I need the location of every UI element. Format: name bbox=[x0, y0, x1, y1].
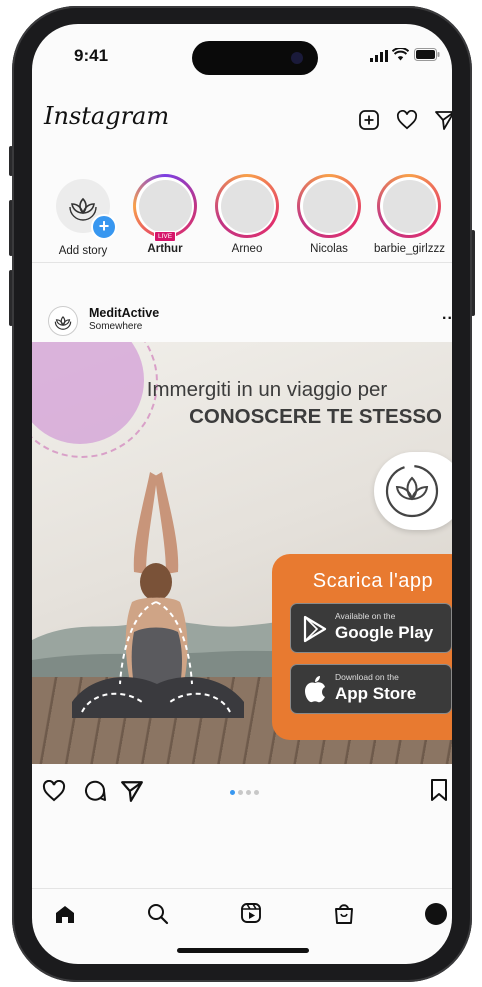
more-options-icon[interactable]: ... bbox=[442, 306, 452, 324]
story-name: Arthur bbox=[147, 243, 183, 255]
ad-headline-line-2: CONOSCERE TE STESSO bbox=[189, 405, 442, 428]
meditactive-logo-icon bbox=[385, 464, 439, 518]
story-arthur[interactable]: LIVE Arthur bbox=[130, 174, 200, 255]
wifi-icon bbox=[391, 47, 410, 66]
ad-headline-line-1: Immergiti in un viaggio per bbox=[146, 378, 388, 401]
app-store-small-text: Download on the bbox=[335, 672, 399, 682]
heart-icon[interactable] bbox=[396, 109, 418, 132]
story-name: barbie_girlzzz bbox=[374, 243, 445, 255]
google-play-button[interactable]: Available on the Google Play bbox=[290, 603, 452, 653]
meditactive-logo-icon bbox=[54, 316, 72, 330]
apple-icon bbox=[305, 676, 325, 703]
camera-icon bbox=[291, 52, 303, 64]
story-name: Nicolas bbox=[310, 243, 348, 255]
instagram-logo: Instagram bbox=[44, 102, 170, 130]
home-indicator bbox=[177, 948, 309, 953]
home-icon[interactable] bbox=[54, 904, 76, 929]
google-play-small-text: Available on the bbox=[335, 611, 396, 621]
download-cta-panel: Scarica l'app Available on the Google Pl… bbox=[272, 554, 452, 740]
avatar bbox=[138, 179, 192, 233]
reels-icon[interactable] bbox=[240, 902, 262, 929]
live-badge: LIVE bbox=[154, 231, 177, 242]
carousel-dot bbox=[253, 790, 259, 795]
app-store-button[interactable]: Download on the App Store bbox=[290, 664, 452, 714]
carousel-dot bbox=[245, 790, 251, 795]
story-add[interactable]: + Add story bbox=[48, 176, 118, 257]
carousel-dot bbox=[237, 790, 243, 795]
battery-icon bbox=[414, 48, 440, 66]
add-story-plus-icon[interactable]: + bbox=[91, 214, 117, 240]
brand-logo-badge bbox=[374, 452, 452, 530]
avatar bbox=[382, 179, 436, 233]
dynamic-island bbox=[192, 41, 318, 75]
post-image[interactable]: Immergiti in un viaggio per CONOSCERE TE… bbox=[32, 342, 452, 764]
yoga-woman-illustration bbox=[62, 462, 252, 722]
google-play-icon bbox=[303, 615, 327, 643]
carousel-dot bbox=[229, 790, 235, 795]
shop-icon[interactable] bbox=[333, 901, 355, 930]
app-store-label: App Store bbox=[335, 684, 417, 703]
post-location[interactable]: Somewhere bbox=[89, 321, 142, 332]
signal-icon bbox=[370, 49, 388, 67]
phone-screen: 9:41 Instagram + Add story LIVE Arthur A… bbox=[32, 24, 452, 964]
story-barbie-girlzzz[interactable]: barbie_girlzzz bbox=[374, 174, 445, 255]
like-heart-icon[interactable] bbox=[42, 779, 66, 807]
post-author-name[interactable]: MeditActive bbox=[89, 306, 159, 320]
story-name: Arneo bbox=[231, 243, 263, 255]
direct-message-icon[interactable] bbox=[434, 109, 452, 131]
save-bookmark-icon[interactable] bbox=[430, 778, 448, 807]
carousel-indicator bbox=[228, 782, 260, 800]
comment-icon[interactable] bbox=[83, 779, 107, 808]
avatar bbox=[302, 179, 356, 233]
google-play-label: Google Play bbox=[335, 623, 434, 642]
divider bbox=[32, 262, 452, 263]
story-nicolas[interactable]: Nicolas bbox=[294, 174, 364, 255]
story-name: Add story bbox=[58, 245, 108, 257]
cta-title: Scarica l'app bbox=[312, 570, 434, 592]
status-time: 9:41 bbox=[74, 46, 109, 65]
avatar bbox=[220, 179, 274, 233]
search-icon[interactable] bbox=[147, 903, 169, 930]
post-author-avatar[interactable] bbox=[48, 306, 78, 336]
share-icon[interactable] bbox=[120, 779, 144, 808]
profile-icon[interactable] bbox=[425, 903, 447, 925]
tabbar-divider bbox=[32, 888, 452, 889]
new-post-icon[interactable] bbox=[358, 109, 380, 131]
story-arneo[interactable]: Arneo bbox=[212, 174, 282, 255]
